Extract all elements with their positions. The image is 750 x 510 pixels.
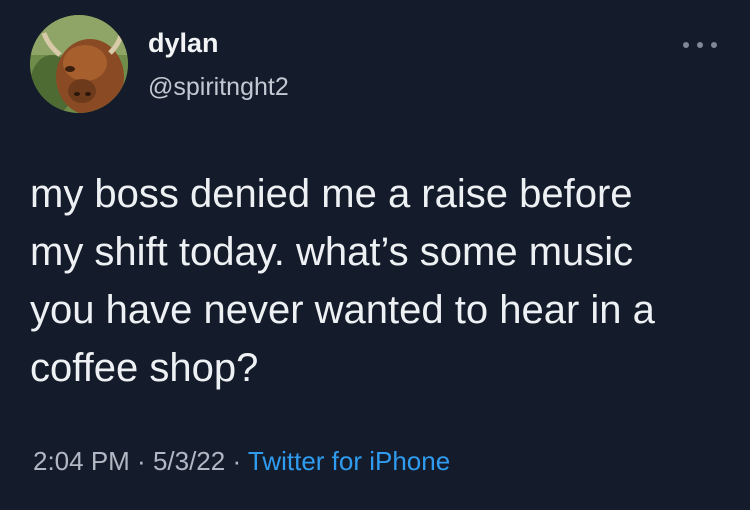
highland-cow-avatar-icon <box>30 15 128 113</box>
tweet-date[interactable]: 5/3/22 <box>153 446 225 476</box>
meta-separator: · <box>129 446 153 476</box>
user-handle[interactable]: @spiritnght2 <box>148 75 289 100</box>
more-options-icon[interactable] <box>683 40 717 50</box>
dot <box>711 42 717 48</box>
tweet-card: dylan @spiritnght2 my boss denied me a r… <box>0 0 750 510</box>
display-name[interactable]: dylan <box>148 30 219 57</box>
dot <box>697 42 703 48</box>
dot <box>683 42 689 48</box>
tweet-time[interactable]: 2:04 PM <box>33 446 130 476</box>
tweet-source-link[interactable]: Twitter for iPhone <box>248 446 450 476</box>
tweet-meta: 2:04 PM · 5/3/22 · Twitter for iPhone <box>33 448 450 474</box>
avatar[interactable] <box>30 15 128 113</box>
meta-separator: · <box>225 446 248 476</box>
tweet-text: my boss denied me a raise before my shif… <box>30 172 655 390</box>
